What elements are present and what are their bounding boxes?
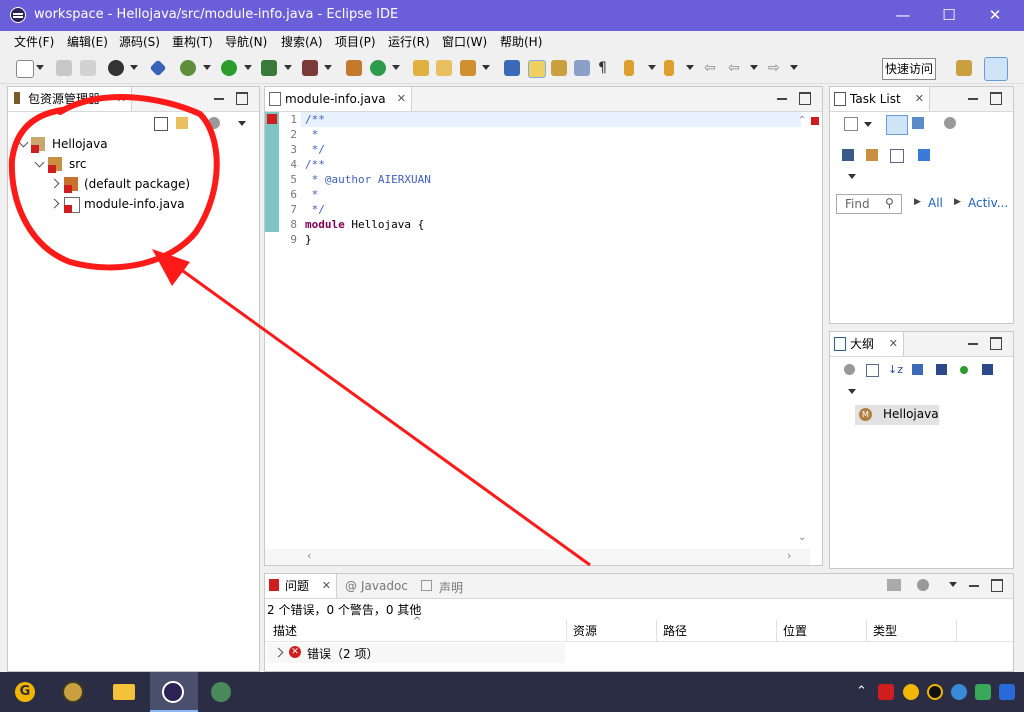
eclipse-icon (162, 681, 184, 703)
tray-cloud-icon[interactable] (951, 684, 967, 700)
chevron-up-icon[interactable]: ⌃ (856, 684, 867, 699)
game-icon (62, 681, 84, 703)
tray-security-icon[interactable] (975, 684, 991, 700)
tray-network-icon[interactable] (999, 684, 1015, 700)
taskbar-app-explorer[interactable] (100, 672, 148, 712)
tray-browser-icon[interactable] (903, 684, 919, 700)
browser-icon: G (15, 682, 35, 702)
taskbar-app-eclipse[interactable] (150, 672, 198, 712)
qq-icon[interactable] (927, 684, 943, 700)
taskbar: G ⌃ (0, 672, 1024, 712)
tray-app-icon[interactable] (878, 684, 894, 700)
taskbar-app-other[interactable] (198, 672, 246, 712)
taskbar-app-game[interactable] (48, 672, 96, 712)
annotation-arrow-line (164, 256, 591, 567)
folder-icon (113, 684, 135, 700)
annotation-circle (8, 94, 220, 271)
app-icon (211, 682, 231, 702)
annotation-overlay (8, 94, 591, 567)
taskbar-app-browser[interactable]: G (0, 672, 48, 712)
